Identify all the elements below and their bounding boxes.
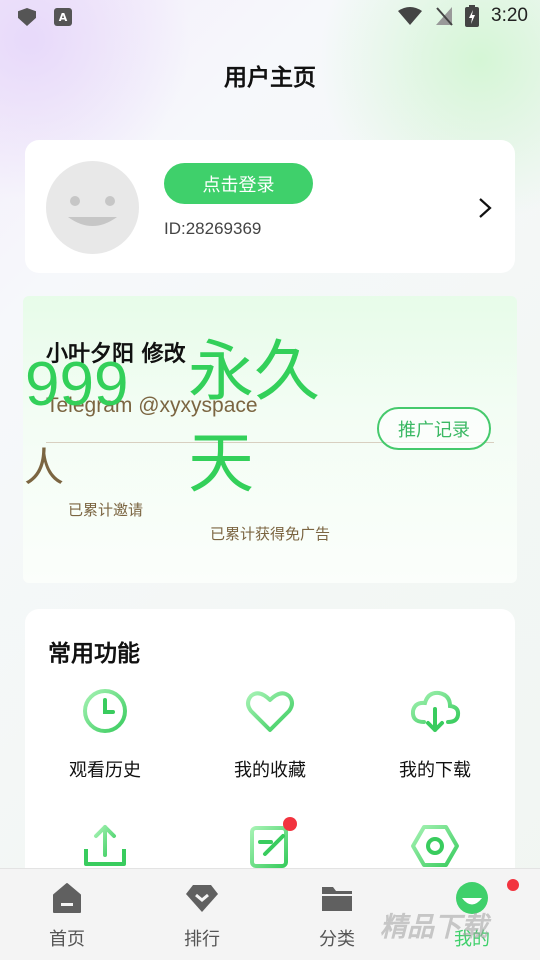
profile-card[interactable]: 点击登录 ID:28269369 xyxy=(25,140,515,273)
home-icon xyxy=(50,881,84,915)
nav-ranking[interactable]: 排行 xyxy=(162,881,242,951)
settings-icon xyxy=(408,819,462,873)
section-title: 常用功能 xyxy=(48,641,140,667)
watermark: 精品下载 xyxy=(380,912,488,943)
common-functions-card: 常用功能 观看历史 我的收藏 我的下载 xyxy=(25,609,515,909)
status-bar: A 3:20 xyxy=(0,0,540,36)
wifi-icon xyxy=(398,7,423,25)
invite-count: 999 xyxy=(25,350,129,419)
nav-label: 分类 xyxy=(319,929,355,950)
nav-label: 排行 xyxy=(184,929,220,950)
nav-label: 首页 xyxy=(49,929,85,950)
no-signal-icon xyxy=(436,7,453,26)
edit-icon xyxy=(243,817,297,873)
favorites-item[interactable]: 我的收藏 xyxy=(200,684,340,782)
promotion-record-button[interactable]: 推广记录 xyxy=(377,407,491,450)
watch-history-item[interactable]: 观看历史 xyxy=(35,684,175,782)
promotion-card: Telegram @xyxyspace 小叶夕阳 修改 推广记录 999 人 永… xyxy=(23,296,517,583)
app-letter: A xyxy=(58,10,68,24)
free-ads-label: 已累计获得免广告 xyxy=(210,525,331,543)
invite-unit: 人 xyxy=(24,445,64,491)
free-ads-value: 永久天 xyxy=(188,333,320,503)
page-title: 用户主页 xyxy=(224,65,316,91)
downloads-item[interactable]: 我的下载 xyxy=(365,684,505,782)
user-id: ID:28269369 xyxy=(164,219,262,238)
folder-icon xyxy=(320,881,354,915)
nav-category[interactable]: 分类 xyxy=(297,881,377,951)
login-button[interactable]: 点击登录 xyxy=(164,163,313,204)
diamond-icon xyxy=(185,881,219,915)
battery-icon xyxy=(465,5,480,27)
function-label: 观看历史 xyxy=(69,760,141,781)
clock-icon xyxy=(78,684,132,738)
nav-home[interactable]: 首页 xyxy=(27,881,107,951)
heart-icon xyxy=(243,684,297,738)
shield-icon xyxy=(18,8,36,26)
chevron-right-icon[interactable] xyxy=(475,196,495,220)
smiley-face-icon xyxy=(68,196,117,226)
clock-time: 3:20 xyxy=(491,5,528,26)
edit-item[interactable] xyxy=(200,817,340,873)
avatar[interactable] xyxy=(46,161,139,254)
notification-badge xyxy=(507,879,519,891)
upload-icon xyxy=(78,819,132,873)
notification-badge xyxy=(283,817,297,831)
function-label: 我的收藏 xyxy=(234,760,306,781)
function-label: 我的下载 xyxy=(399,760,471,781)
upload-item[interactable] xyxy=(35,819,175,873)
invite-label: 已累计邀请 xyxy=(68,501,144,519)
app-notification-icon: A xyxy=(54,8,72,26)
settings-item[interactable] xyxy=(365,819,505,873)
cloud-download-icon xyxy=(408,684,462,738)
